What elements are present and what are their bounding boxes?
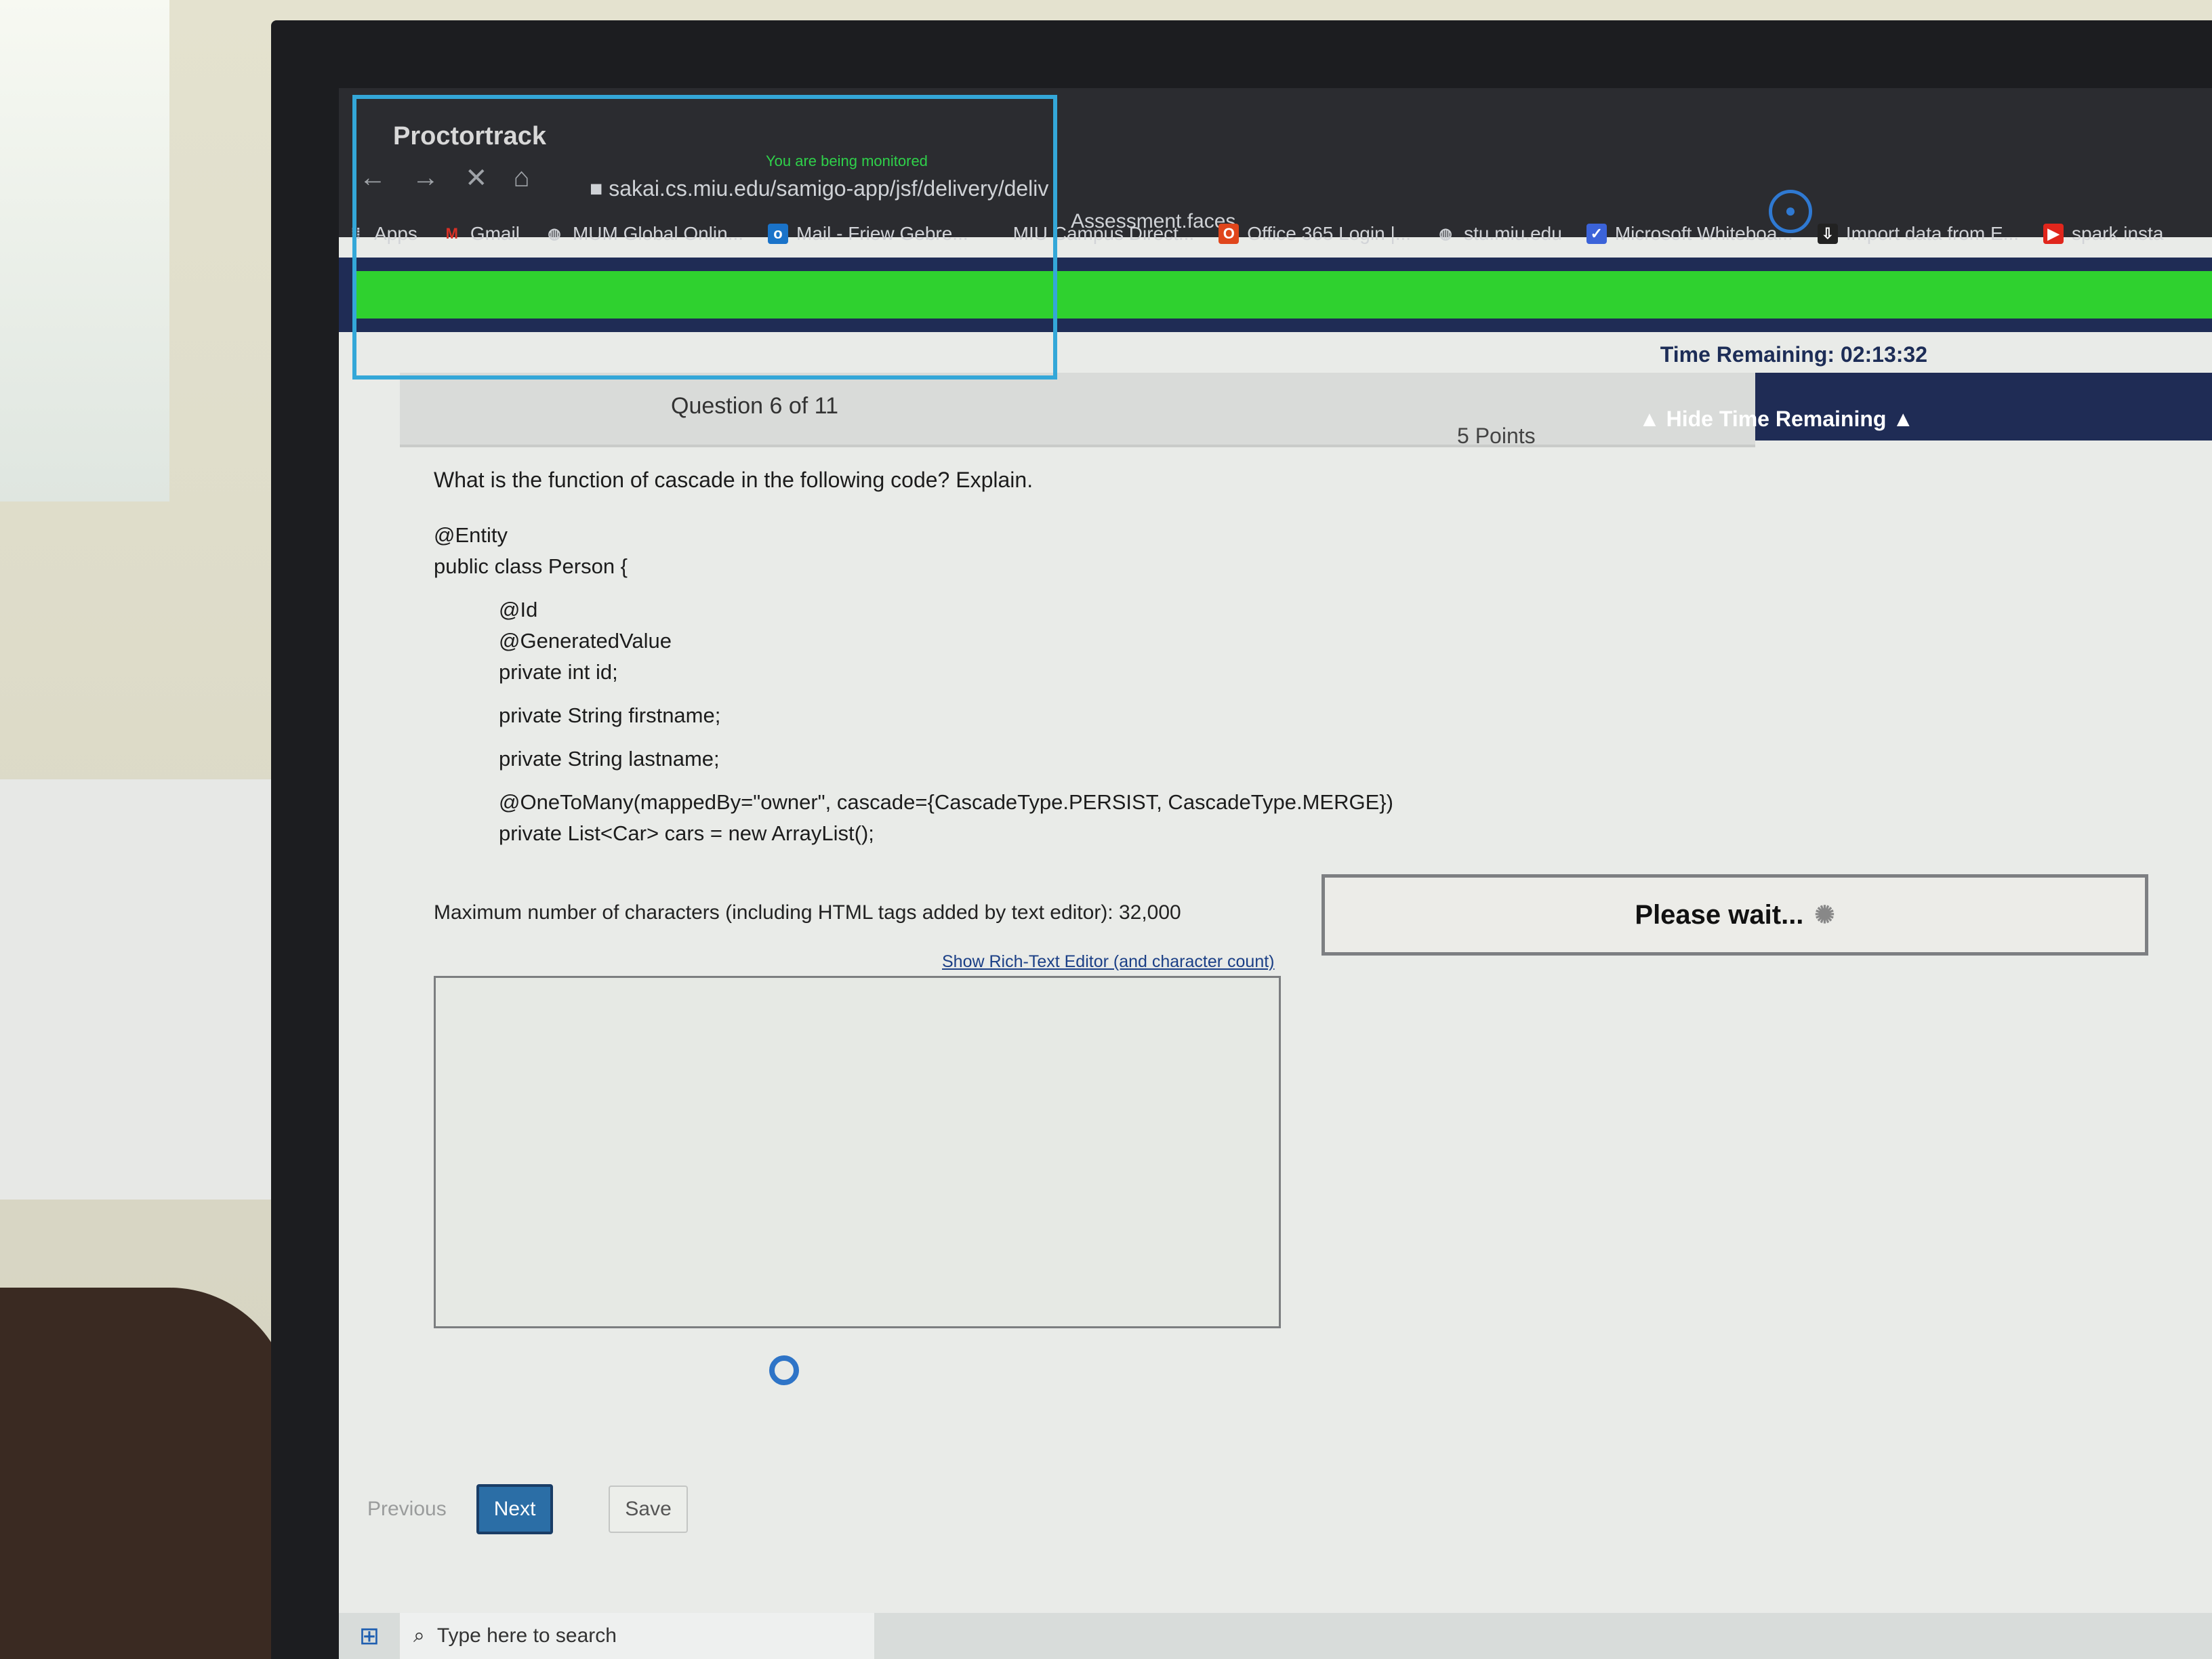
taskbar: ⊞ ⌕ Type here to search (339, 1613, 2212, 1659)
code-line: @GeneratedValue (499, 629, 672, 653)
bookmark-mum-global[interactable]: ◍ MUM Global Onlin... (544, 223, 743, 245)
time-remaining: Time Remaining: 02:13:32 (1660, 342, 1927, 367)
url-text: sakai.cs.miu.edu/samigo-app/jsf/delivery… (609, 176, 1049, 201)
code-line: @Id (499, 598, 538, 621)
bookmark-miu-campus[interactable]: MIU Campus Direct... (1013, 223, 1195, 245)
windows-start-icon[interactable]: ⊞ (339, 1622, 400, 1650)
office-icon: O (1218, 224, 1240, 244)
loading-icon: ✺ (1814, 901, 1835, 928)
bookmark-label: spark insta (2072, 223, 2164, 244)
bookmark-import[interactable]: ⇩ Import data from E... (1817, 223, 2019, 245)
bookmark-label: Microsoft Whiteboa... (1614, 223, 1793, 244)
loading-spinner-icon (769, 1355, 799, 1385)
apps-grid-icon: ⁞⁞ (350, 225, 361, 242)
screen: Proctortrack You are being monitored ← →… (339, 88, 2212, 1659)
background-hand (0, 1288, 291, 1659)
import-icon: ⇩ (1817, 224, 1838, 244)
bookmark-label: Office 365 Login |... (1247, 223, 1412, 244)
lock-icon: ■ (590, 176, 609, 201)
bookmark-stu-miu[interactable]: ◍ stu.miu.edu (1435, 223, 1562, 245)
question-number: Question 6 of 11 (671, 393, 838, 419)
show-rich-text-editor-link[interactable]: Show Rich-Text Editor (and character cou… (942, 952, 1275, 972)
code-snippet: @Entity public class Person { @Id @Gener… (434, 520, 2060, 849)
bookmark-label: MUM Global Onlin... (572, 223, 744, 244)
taskbar-search[interactable]: ⌕ Type here to search (400, 1613, 874, 1659)
bookmark-mail[interactable]: o Mail - Friew Gebre... (768, 223, 968, 245)
bookmark-label: stu.miu.edu (1464, 223, 1562, 244)
stop-icon[interactable]: ✕ (465, 163, 488, 194)
bookmarks-bar: ⁞⁞ Apps M Gmail ◍ MUM Global Onlin... o … (346, 210, 2212, 258)
globe-icon: ◍ (1439, 225, 1452, 242)
code-line: @Entity (434, 523, 508, 547)
save-button[interactable]: Save (609, 1486, 688, 1533)
search-icon: ⌕ (413, 1624, 425, 1647)
browser-nav-controls: ← → ✕ ⌂ (359, 163, 530, 194)
background-desk (0, 779, 285, 1200)
address-bar[interactable]: ■ sakai.cs.miu.edu/samigo-app/jsf/delive… (590, 176, 1048, 201)
next-button[interactable]: Next (476, 1484, 554, 1534)
hide-time-remaining-link[interactable]: ▲ Hide Time Remaining ▲ (1639, 407, 1914, 432)
previous-button[interactable]: Previous (352, 1487, 462, 1532)
question-points: 5 Points (1457, 424, 1536, 448)
please-wait-text: Please wait... (1635, 899, 1804, 930)
home-icon[interactable]: ⌂ (514, 163, 530, 194)
bookmark-label: Gmail (470, 223, 520, 244)
taskbar-search-placeholder: Type here to search (436, 1624, 617, 1647)
forward-arrow-icon[interactable]: → (412, 163, 439, 194)
code-line: @OneToMany(mappedBy="owner", cascade={Ca… (499, 790, 1393, 814)
progress-bar (352, 271, 2212, 319)
monitor-notice: You are being monitored (766, 152, 928, 169)
question-navigation: Previous Next Save (352, 1484, 688, 1534)
code-line: public class Person { (434, 554, 628, 578)
gmail-icon: M (445, 225, 458, 242)
code-line: private String firstname; (499, 703, 721, 727)
bookmark-spark[interactable]: ▶ spark insta (2043, 223, 2163, 245)
back-arrow-icon[interactable]: ← (359, 163, 386, 194)
max-characters-note: Maximum number of characters (including … (434, 901, 1181, 924)
bookmark-whiteboard[interactable]: ✓ Microsoft Whiteboa... (1586, 223, 1793, 245)
whiteboard-icon: ✓ (1586, 224, 1607, 244)
answer-textarea[interactable] (434, 976, 1281, 1328)
bookmark-label: Mail - Friew Gebre... (796, 223, 968, 244)
code-line: private List<Car> cars = new ArrayList()… (499, 821, 874, 845)
please-wait-dialog: Please wait... ✺ (1322, 874, 2148, 956)
bookmark-gmail[interactable]: M Gmail (442, 223, 520, 245)
proctor-title: Proctortrack (393, 122, 546, 150)
bookmark-label: Import data from E... (1845, 223, 2019, 244)
bookmark-label: MIU Campus Direct... (1012, 223, 1195, 244)
code-line: private String lastname; (499, 747, 720, 771)
bookmark-label: Apps (374, 223, 417, 244)
code-line: private int id; (499, 660, 618, 684)
outlook-icon: o (768, 224, 789, 244)
youtube-icon: ▶ (2043, 224, 2064, 244)
background-window (0, 0, 169, 501)
question-prompt: What is the function of cascade in the f… (434, 468, 1033, 492)
globe-icon: ◍ (548, 225, 561, 242)
bookmark-apps[interactable]: ⁞⁞ Apps (346, 223, 417, 245)
question-body: What is the function of cascade in the f… (434, 468, 2060, 849)
bookmark-office365[interactable]: O Office 365 Login |... (1218, 223, 1411, 245)
question-header: Question 6 of 11 5 Points (400, 373, 1755, 448)
